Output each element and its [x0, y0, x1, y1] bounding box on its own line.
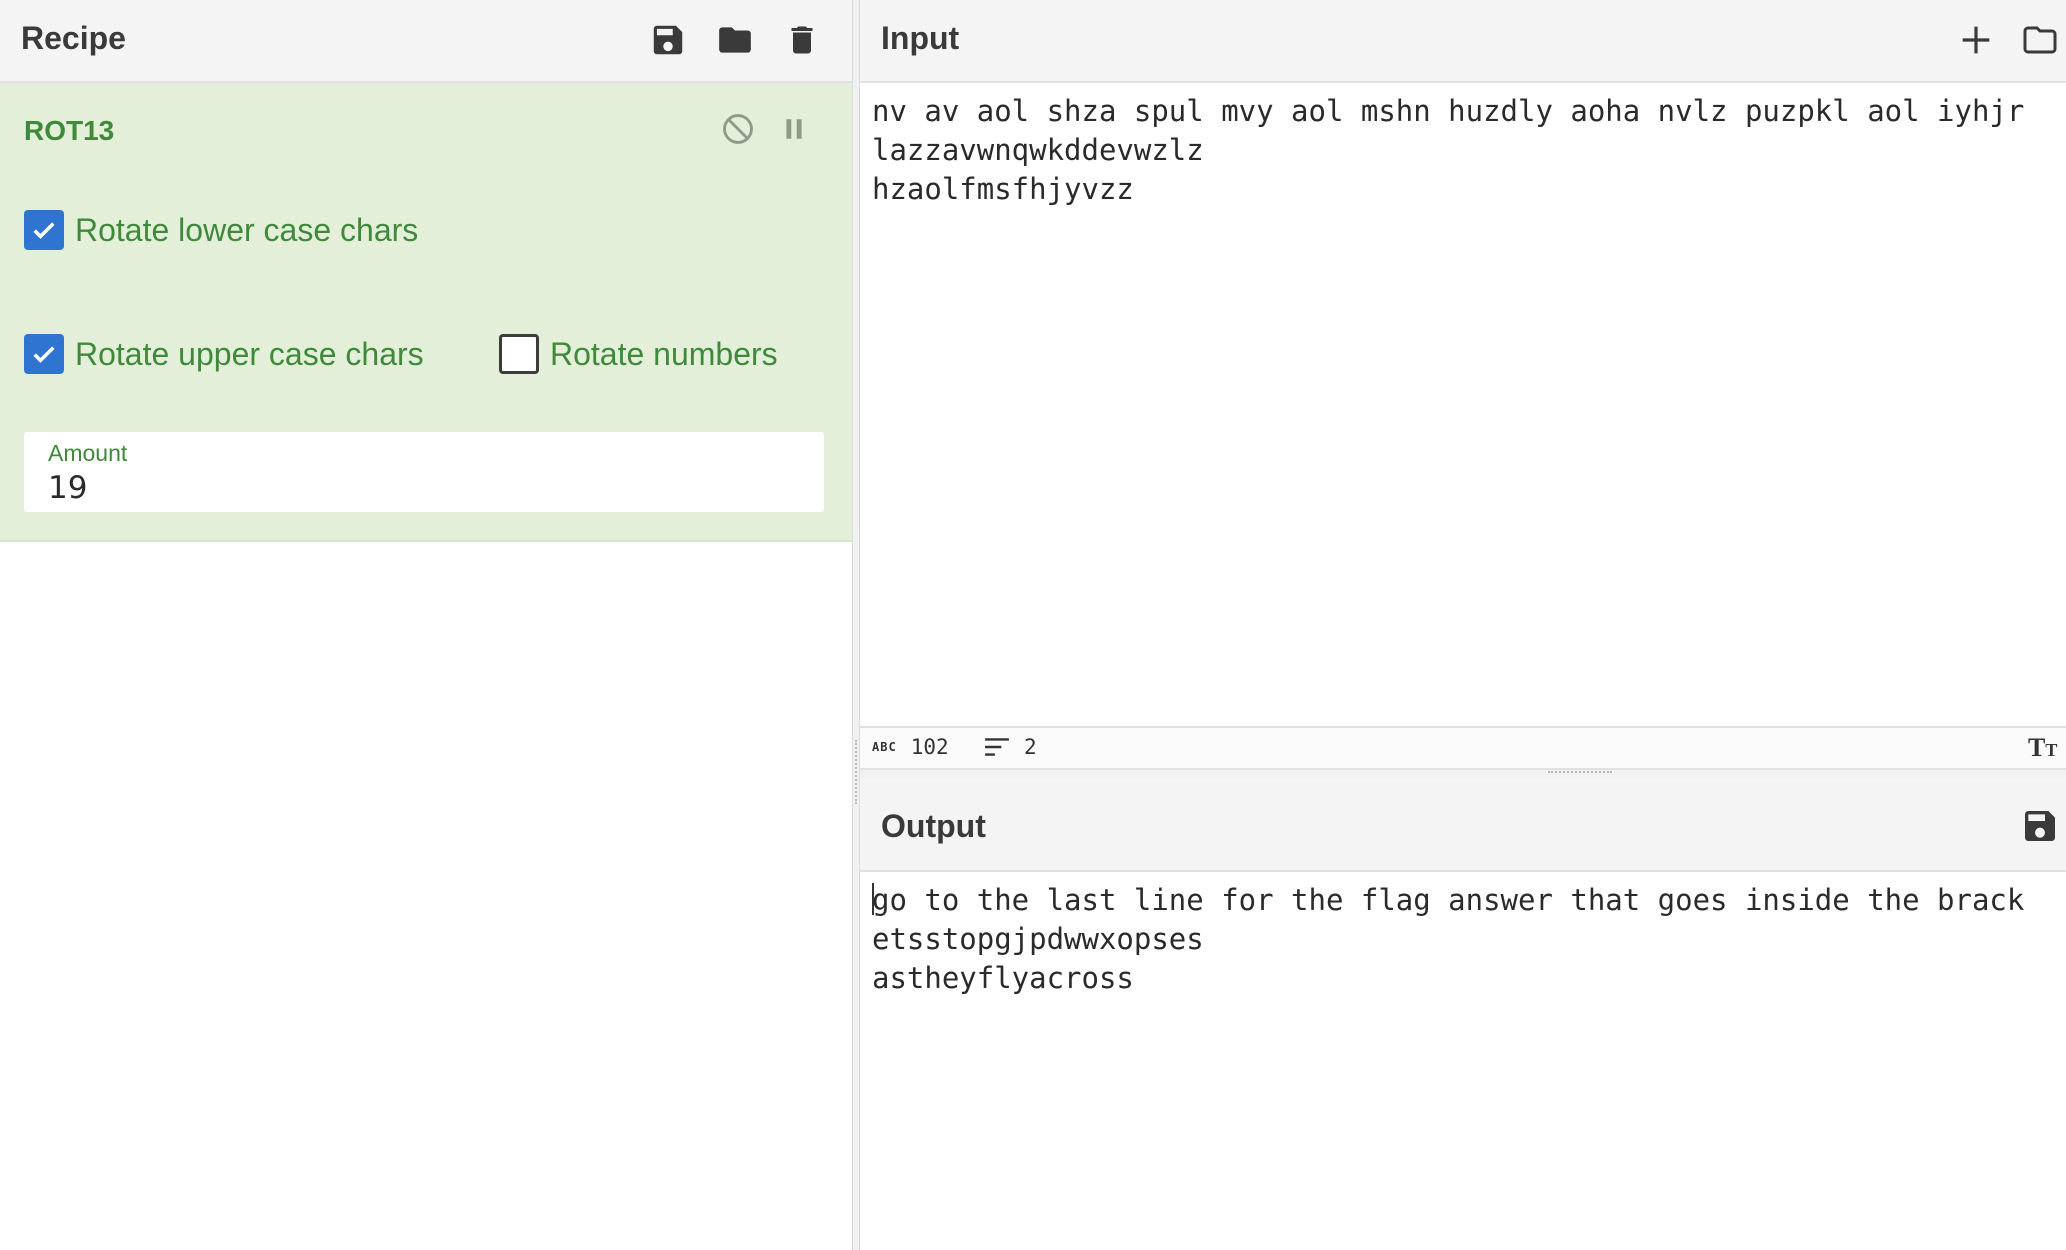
rotate-lower-label: Rotate lower case chars [75, 211, 419, 248]
save-icon [2025, 811, 2055, 841]
lines-value: 2 [1024, 735, 1037, 759]
abc-icon: ABC [872, 740, 897, 754]
font-size-button[interactable]: TT [2028, 733, 2057, 763]
resize-grip[interactable] [1548, 771, 1612, 773]
input-textarea[interactable]: nv av aol shza spul mvy aol mshn huzdly … [872, 92, 2024, 209]
checkbox-box[interactable] [24, 210, 64, 250]
check-icon [33, 346, 55, 363]
length-stat: ABC 102 [872, 735, 949, 759]
recipe-pane: Recipe ROT13 Rotate lower case chars Rot… [0, 0, 852, 1250]
amount-field[interactable]: Amount 19 [24, 432, 824, 512]
pause-icon [786, 119, 802, 139]
io-resize-handle[interactable] [860, 770, 2066, 778]
rotate-lower-checkbox[interactable]: Rotate lower case chars [24, 210, 418, 250]
input-title: Input [881, 20, 960, 56]
plus-icon [1962, 26, 1990, 54]
input-header: Input [860, 0, 2066, 83]
text-size-icon: TT [2028, 733, 2058, 762]
rotate-numbers-label: Rotate numbers [550, 335, 778, 372]
operation-title: ROT13 [24, 115, 115, 146]
check-icon [33, 222, 55, 239]
save-output-button[interactable] [2014, 800, 2066, 852]
add-input-button[interactable] [1950, 14, 2002, 66]
rotate-upper-label: Rotate upper case chars [75, 335, 424, 372]
amount-label: Amount [48, 440, 128, 466]
folder-outline-icon [2023, 26, 2057, 54]
rotate-numbers-checkbox[interactable]: Rotate numbers [499, 334, 778, 374]
input-line: hzaolfmsfhjyvzz [872, 172, 1134, 206]
output-title: Output [881, 808, 986, 844]
pane-divider[interactable] [852, 0, 860, 1250]
output-header: Output [860, 778, 2066, 872]
lines-icon [985, 738, 1009, 756]
load-recipe-button[interactable] [709, 14, 761, 66]
divider-grip[interactable] [855, 740, 857, 804]
operation-rot13: ROT13 Rotate lower case chars Rotate upp… [0, 83, 852, 542]
io-pane: Input nv av aol shza spul mvy aol mshn h… [860, 0, 2066, 1250]
input-line: nv av aol shza spul mvy aol mshn huzdly … [872, 94, 2025, 128]
input-status-bar: ABC 102 2 TT [860, 726, 2066, 770]
output-line: go to the last line for the flag answer … [872, 883, 2025, 917]
recipe-header: Recipe [0, 0, 852, 83]
checkbox-box[interactable] [24, 334, 64, 374]
pause-operation-button[interactable] [772, 107, 816, 151]
checkbox-box[interactable] [499, 334, 539, 374]
input-line: lazzavwnqwkddevwzlz [872, 133, 1204, 167]
length-value: 102 [910, 735, 949, 759]
rotate-upper-checkbox[interactable]: Rotate upper case chars [24, 334, 424, 374]
clear-recipe-button[interactable] [776, 14, 828, 66]
open-input-file-button[interactable] [2014, 14, 2066, 66]
disable-icon [723, 114, 753, 144]
output-line: astheyflyacross [872, 961, 1134, 995]
save-recipe-button[interactable] [642, 14, 694, 66]
folder-icon [719, 27, 751, 53]
output-line: etsstopgjpdwwxopses [872, 922, 1204, 956]
disable-operation-button[interactable] [716, 107, 760, 151]
amount-input[interactable]: 19 [48, 470, 87, 506]
trash-icon [791, 26, 813, 54]
recipe-title: Recipe [21, 20, 126, 56]
lines-stat: 2 [984, 735, 1037, 759]
output-textarea[interactable]: go to the last line for the flag answer … [872, 881, 2024, 998]
save-icon [653, 25, 683, 55]
